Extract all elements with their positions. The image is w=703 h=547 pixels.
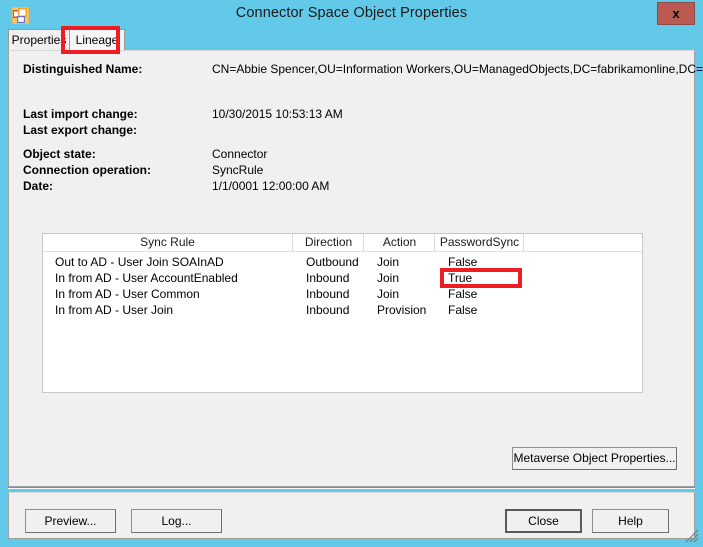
list-header-row: Sync Rule Direction Action PasswordSync [43,234,642,252]
connection-operation-value: SyncRule [212,163,264,177]
cell-action: Provision [377,303,427,317]
last-export-change-label: Last export change: [23,123,138,137]
cell-password-sync: True [448,271,473,285]
column-header-action[interactable]: Action [365,234,435,251]
connector-space-object-properties-window: Connector Space Object Properties x Prop… [0,0,703,547]
table-row[interactable]: In from AD - User AccountEnabled Inbound… [43,271,642,287]
cell-action: Join [377,255,400,269]
cell-sync-rule: In from AD - User AccountEnabled [55,271,238,285]
help-button[interactable]: Help [592,509,669,533]
log-button[interactable]: Log... [131,509,222,533]
metaverse-object-properties-button[interactable]: Metaverse Object Properties... [512,447,677,470]
cell-password-sync: False [448,287,478,301]
table-row[interactable]: In from AD - User Join Inbound Provision… [43,303,642,319]
table-row[interactable]: Out to AD - User Join SOAInAD Outbound J… [43,255,642,271]
lineage-tab-panel: Distinguished Name: CN=Abbie Spencer,OU=… [8,50,703,487]
distinguished-name-label: Distinguished Name: [23,62,143,76]
cell-password-sync: False [448,255,478,269]
close-window-button[interactable]: x [657,2,695,25]
connection-operation-label: Connection operation: [23,163,151,177]
column-header-sync-rule[interactable]: Sync Rule [43,234,293,251]
cell-direction: Inbound [306,303,350,317]
table-row[interactable]: In from AD - User Common Inbound Join Fa… [43,287,642,303]
tab-lineage[interactable]: Lineage [69,29,125,51]
last-import-change-value: 10/30/2015 10:53:13 AM [212,107,343,121]
preview-button[interactable]: Preview... [25,509,116,533]
distinguished-name-value: CN=Abbie Spencer,OU=Information Workers,… [212,62,703,76]
cell-direction: Inbound [306,271,350,285]
bottom-separator [8,487,695,489]
cell-action: Join [377,287,400,301]
date-value: 1/1/0001 12:00:00 AM [212,179,330,193]
cell-direction: Outbound [306,255,359,269]
column-header-blank[interactable] [525,234,642,251]
last-import-change-label: Last import change: [23,107,138,121]
object-state-value: Connector [212,147,268,161]
date-label: Date: [23,179,54,193]
column-header-password-sync[interactable]: PasswordSync [436,234,524,251]
object-state-label: Object state: [23,147,96,161]
cell-password-sync: False [448,303,478,317]
tab-properties[interactable]: Properties [8,29,70,51]
lineage-list-view[interactable]: Sync Rule Direction Action PasswordSync … [42,233,643,393]
title-bar[interactable]: Connector Space Object Properties x [0,0,703,30]
cell-direction: Inbound [306,287,350,301]
cell-sync-rule: In from AD - User Common [55,287,200,301]
tab-strip: Properties Lineage [8,29,695,51]
cell-sync-rule: In from AD - User Join [55,303,174,317]
window-title: Connector Space Object Properties [235,5,468,21]
resize-grip[interactable] [685,529,699,543]
cell-sync-rule: Out to AD - User Join SOAInAD [55,255,224,269]
close-button[interactable]: Close [505,509,582,533]
cell-action: Join [377,271,400,285]
column-header-direction[interactable]: Direction [294,234,364,251]
